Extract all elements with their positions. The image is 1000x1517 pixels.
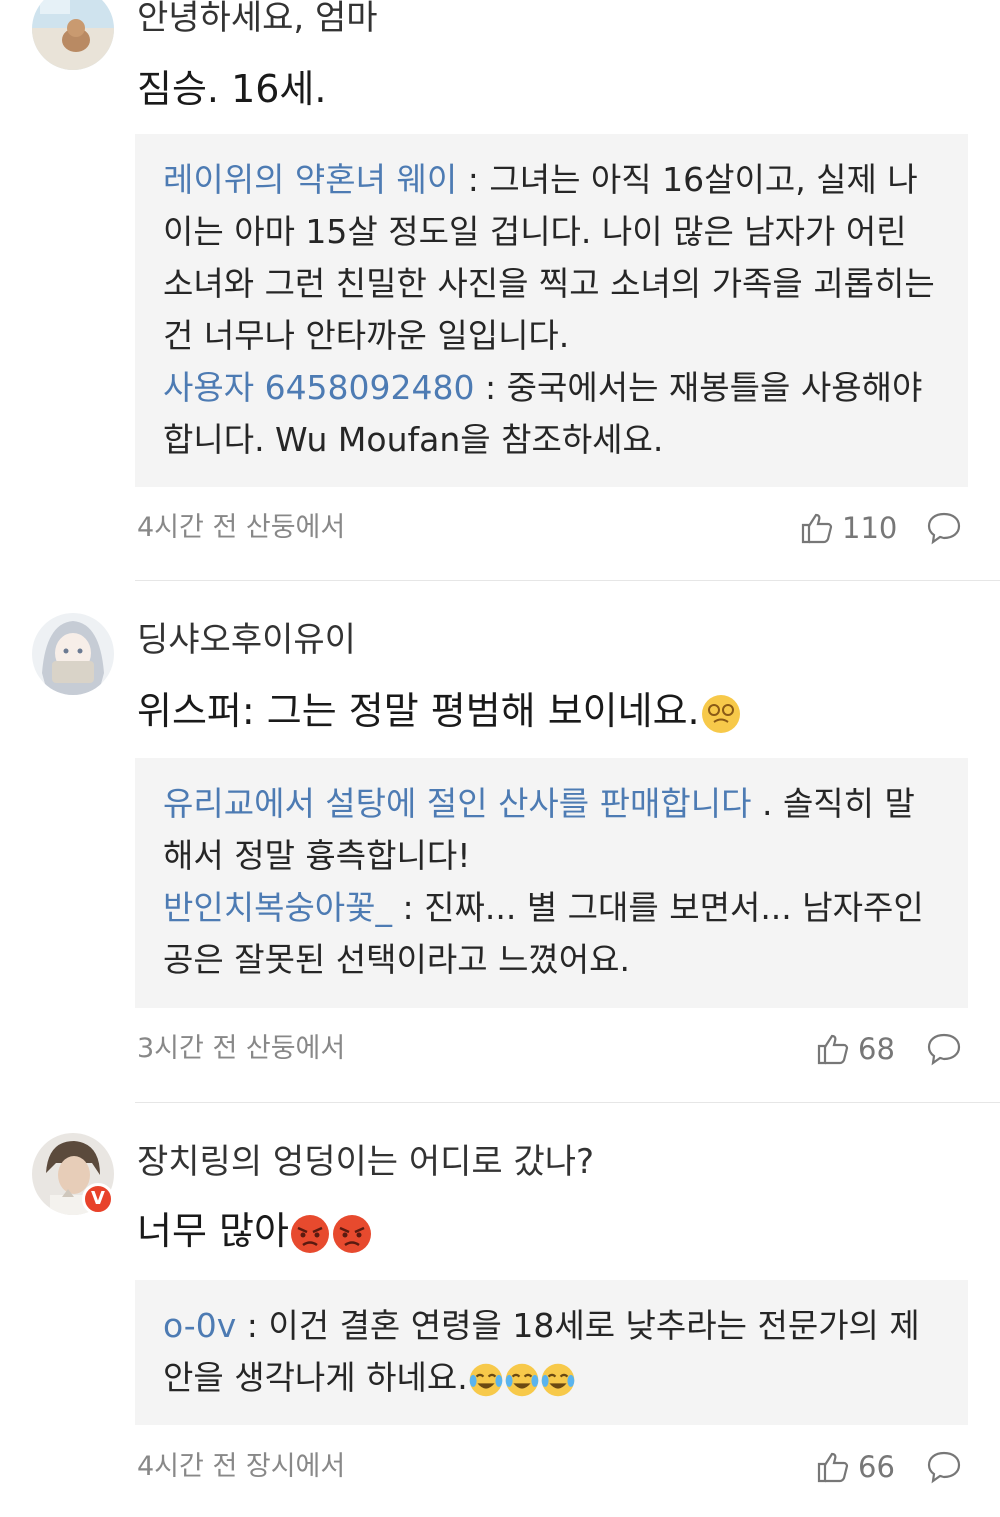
avatar-image bbox=[32, 613, 114, 695]
thumbs-up-icon bbox=[817, 1034, 849, 1065]
comment-body-text: 너무 많아 bbox=[137, 1209, 289, 1253]
reply-author[interactable]: 사용자 6458092480 bbox=[163, 368, 475, 407]
reply-item[interactable]: 사용자 6458092480 : 중국에서는 재봉틀을 사용해야 합니다. Wu… bbox=[135, 362, 968, 466]
like-count: 110 bbox=[842, 511, 898, 545]
verified-v-icon: V bbox=[91, 1188, 105, 1209]
like-button[interactable]: 66 bbox=[816, 1450, 895, 1484]
verified-badge: V bbox=[82, 1183, 114, 1215]
comment-username[interactable]: 딩샤오후이유이 bbox=[137, 620, 356, 660]
tears-of-joy-emoji-icon bbox=[505, 1363, 539, 1396]
reply-separator: : bbox=[474, 368, 507, 407]
comment-body: 위스퍼: 그는 정말 평범해 보이네요. bbox=[137, 688, 742, 735]
reply-list[interactable]: 유리교에서 설탕에 절인 산사를 판매합니다 . 솔직히 말해서 정말 흉측합니… bbox=[135, 758, 968, 1008]
speech-bubble-icon[interactable] bbox=[926, 511, 962, 545]
thumbs-up-icon bbox=[801, 513, 833, 544]
comment-meta: 3시간 전 산둥에서 bbox=[137, 1033, 346, 1064]
like-button[interactable]: 110 bbox=[800, 511, 897, 545]
reply-author[interactable]: 유리교에서 설탕에 절인 산사를 판매합니다 bbox=[163, 784, 751, 823]
reply-item[interactable]: 레이위의 약혼녀 웨이 : 그녀는 아직 16살이고, 실제 나이는 아마 15… bbox=[135, 154, 968, 362]
avatar-image bbox=[32, 0, 114, 70]
reply-author[interactable]: 레이위의 약혼녀 웨이 bbox=[163, 160, 457, 199]
tears-of-joy-emoji-icon bbox=[541, 1363, 575, 1396]
reply-author[interactable]: o-0v bbox=[163, 1306, 236, 1345]
comment-meta: 4시간 전 산둥에서 bbox=[137, 512, 346, 543]
reply-item[interactable]: 반인치복숭아꽃_ : 진짜... 별 그대를 보면서... 남자주인공은 잘못된… bbox=[135, 882, 968, 986]
angry-face-emoji-icon bbox=[332, 1214, 371, 1253]
reply-separator: : bbox=[392, 888, 425, 927]
comment-body: 너무 많아 bbox=[137, 1208, 373, 1255]
reply-separator: : bbox=[236, 1306, 269, 1345]
speech-bubble-icon[interactable] bbox=[926, 1032, 962, 1066]
speech-bubble-icon[interactable] bbox=[926, 1450, 962, 1484]
like-count: 66 bbox=[858, 1450, 895, 1484]
reply-separator: . bbox=[751, 784, 783, 823]
like-count: 68 bbox=[858, 1032, 895, 1066]
tears-of-joy-emoji-icon bbox=[469, 1363, 503, 1396]
comment-username[interactable]: 안녕하세요, 엄마 bbox=[137, 0, 378, 38]
reply-item[interactable]: 유리교에서 설탕에 절인 산사를 판매합니다 . 솔직히 말해서 정말 흉측합니… bbox=[135, 778, 968, 882]
avatar[interactable] bbox=[32, 0, 114, 70]
avatar[interactable] bbox=[32, 613, 114, 695]
reply-list[interactable]: 레이위의 약혼녀 웨이 : 그녀는 아직 16살이고, 실제 나이는 아마 15… bbox=[135, 134, 968, 487]
reply-separator: : bbox=[457, 160, 490, 199]
angry-face-emoji-icon bbox=[290, 1214, 329, 1253]
divider bbox=[135, 1102, 1000, 1103]
dizzy-face-emoji-icon bbox=[701, 694, 740, 733]
comment-body-text: 위스퍼: 그는 정말 평범해 보이네요. bbox=[137, 689, 700, 733]
comment-username[interactable]: 장치링의 엉덩이는 어디로 갔나? bbox=[137, 1142, 594, 1182]
reply-item[interactable]: o-0v : 이건 결혼 연령을 18세로 낮추라는 전문가의 제안을 생각나게… bbox=[135, 1300, 968, 1404]
comment-body: 짐승. 16세. bbox=[137, 67, 327, 111]
reply-list[interactable]: o-0v : 이건 결혼 연령을 18세로 낮추라는 전문가의 제안을 생각나게… bbox=[135, 1280, 968, 1425]
like-button[interactable]: 68 bbox=[816, 1032, 895, 1066]
reply-author[interactable]: 반인치복숭아꽃_ bbox=[163, 888, 392, 927]
thumbs-up-icon bbox=[817, 1452, 849, 1483]
divider bbox=[135, 580, 1000, 581]
comment-meta: 4시간 전 장시에서 bbox=[137, 1451, 346, 1482]
avatar[interactable]: V bbox=[32, 1133, 114, 1215]
